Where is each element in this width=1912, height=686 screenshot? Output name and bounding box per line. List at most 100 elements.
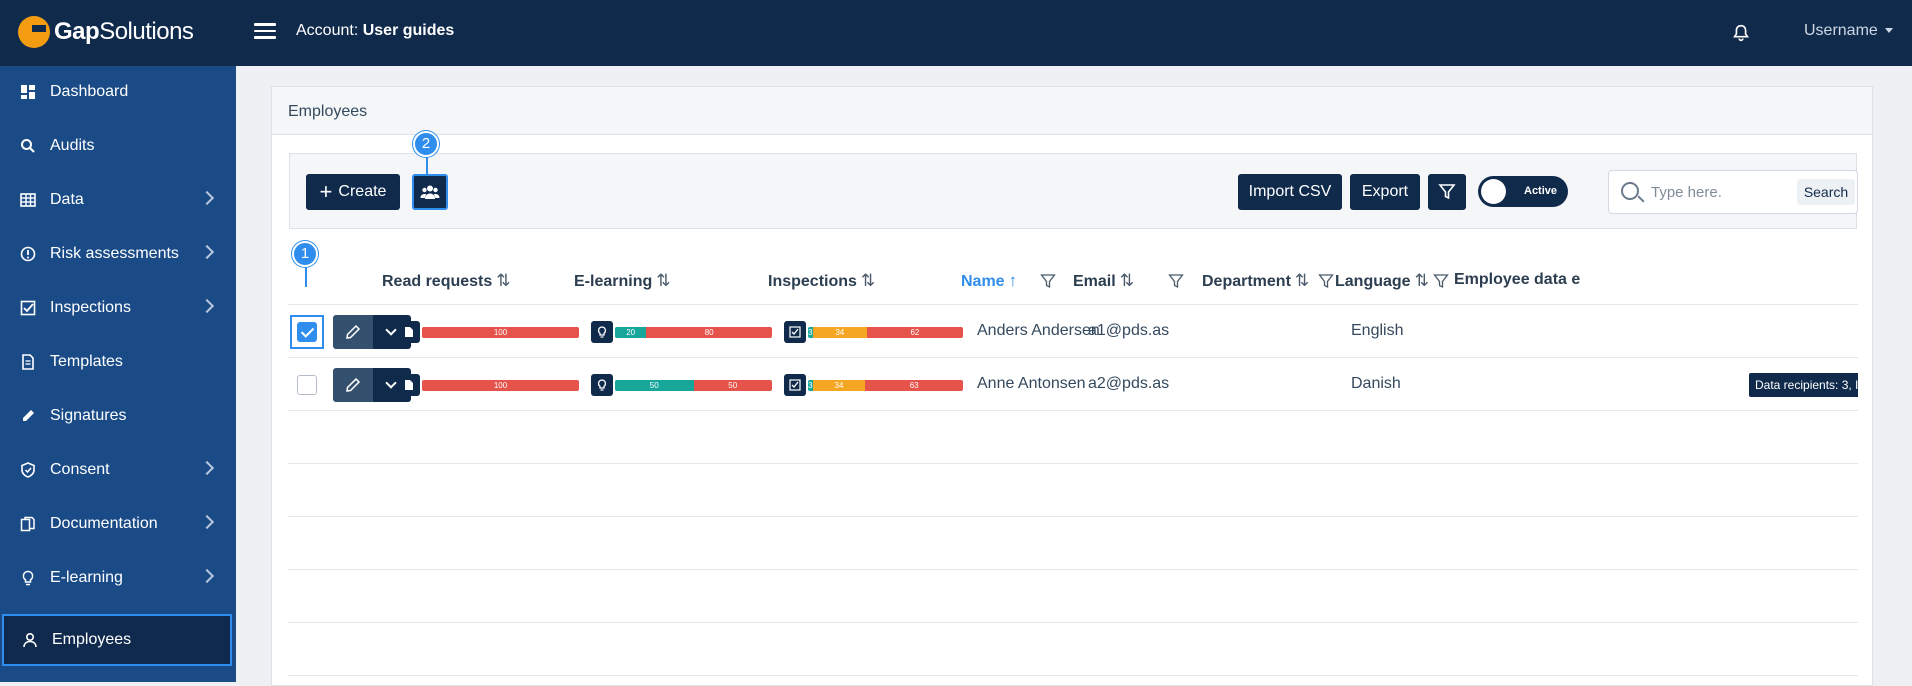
toggle-knob [1481,179,1506,204]
search-input[interactable] [1651,181,1781,203]
user-menu[interactable]: Username [1804,22,1893,40]
sidebar-item-e-learning[interactable]: E-learning [0,552,236,604]
sidebar-item-data[interactable]: Data [0,174,236,226]
sidebar-item-label: Dashboard [50,83,129,100]
sidebar-item-label: Signatures [50,407,127,424]
sidebar-item-templates[interactable]: Templates [0,336,236,388]
sidebar: Dashboard Audits Data Risk assessments I… [0,66,236,682]
column-header-language[interactable]: Language ⇅ [1335,271,1429,291]
filter-icon[interactable] [1168,273,1184,289]
employee-name: Anders Andersen [977,322,1100,339]
column-header-employee-data[interactable]: Employee data e [1454,271,1858,289]
inspections-bar: 3 34 63 [808,380,963,391]
bar-segment-teal: 20 [615,327,647,338]
search-icon [1621,182,1639,200]
column-header-inspections[interactable]: Inspections ⇅ [768,271,875,291]
sidebar-item-label: Data [50,191,84,208]
logo[interactable]: GapSolutions [18,16,194,48]
create-label: Create [338,183,387,200]
bar-segment-red: 63 [865,380,963,391]
sidebar-item-inspections[interactable]: Inspections [0,282,236,334]
callout-badge-1: 1 [292,241,318,267]
sidebar-item-employees[interactable]: Employees [2,614,232,666]
chevron-right-icon [199,298,215,314]
bar-segment-red: 100 [422,327,579,338]
bar-segment-red: 80 [646,327,772,338]
filter-icon[interactable] [1318,273,1334,289]
read-requests-bar: 100 [422,327,579,338]
column-header-email[interactable]: Email ⇅ [1073,271,1134,291]
sort-icon: ⇅ [496,271,511,290]
callout-badge-2: 2 [413,131,439,157]
sort-icon: ⇅ [1119,271,1134,290]
column-header-department[interactable]: Department ⇅ [1202,271,1309,291]
pencil-icon [346,324,361,339]
export-button[interactable]: Export [1350,174,1420,210]
edit-button[interactable] [333,315,373,349]
sidebar-item-risk-assessments[interactable]: Risk assessments [0,228,236,280]
sidebar-item-label: Audits [50,137,95,154]
bar-segment-orange: 34 [812,327,867,338]
sort-icon: ⇅ [656,271,671,290]
files-icon [20,516,35,532]
callout-connector [305,265,307,287]
filter-icon[interactable] [1433,273,1449,289]
edit-button[interactable] [333,368,373,402]
import-csv-button[interactable]: Import CSV [1238,174,1342,210]
sidebar-item-label: Risk assessments [50,245,179,262]
user-icon [23,632,37,648]
chevron-right-icon [199,514,215,530]
hamburger-menu-icon[interactable] [254,23,276,41]
sidebar-item-label: Consent [50,461,110,478]
lightbulb-icon [591,321,613,343]
column-header-name[interactable]: Name ↑ [961,271,1017,291]
filter-button[interactable] [1428,174,1466,210]
checkbox-icon [784,374,806,396]
search-button[interactable]: Search [1797,179,1855,205]
employee-email: a1@pds.as [1088,322,1170,339]
chevron-right-icon [199,460,215,476]
employees-panel: Employees + Create Import CSV Export Act… [271,86,1873,686]
empty-row [288,624,1858,676]
create-button[interactable]: + Create [306,174,400,210]
sidebar-item-consent[interactable]: Consent [0,444,236,496]
document-icon [398,321,420,343]
top-bar: GapSolutions Account: User guides Userna… [0,0,1912,66]
row-checkbox[interactable] [297,322,317,342]
filter-icon[interactable] [1040,273,1056,289]
employee-language: English [1351,322,1404,339]
filter-icon [1438,184,1456,200]
table-row[interactable]: 100 50 50 3 34 63 Anne Antonsen a2@pds.a… [288,359,1858,411]
bar-segment-red: 100 [422,380,579,391]
sidebar-item-signatures[interactable]: Signatures [0,390,236,442]
plus-icon: + [319,179,333,204]
group-users-button[interactable] [412,174,448,210]
pencil-icon [346,377,361,392]
row-checkbox[interactable] [297,375,317,395]
account-name: User guides [362,22,455,39]
sidebar-item-label: Inspections [50,299,131,316]
account-label: Account: [296,22,359,39]
sidebar-item-label: Employees [52,631,132,648]
sidebar-item-label: E-learning [50,569,123,586]
empty-row [288,465,1858,517]
account-selector[interactable]: Account: User guides [296,22,454,40]
logo-icon [18,16,50,48]
bar-segment-orange: 34 [812,380,866,391]
table-icon [20,193,36,207]
column-header-e-learning[interactable]: E-learning ⇅ [574,271,670,291]
sidebar-item-audits[interactable]: Audits [0,120,236,172]
table-row[interactable]: 100 20 80 3 34 62 Anders Andersen a1@pds… [288,306,1858,358]
employee-name: Anne Antonsen [977,375,1086,392]
column-header-read-requests[interactable]: Read requests ⇅ [382,271,511,291]
chevron-right-icon [199,244,215,260]
bell-icon[interactable] [1730,22,1752,44]
sort-ascending-icon: ↑ [1008,271,1018,290]
chevron-right-icon [199,568,215,584]
employee-data-badge[interactable]: Data recipients: 3, IT sy [1749,373,1858,397]
active-toggle[interactable]: Active [1478,176,1568,207]
sidebar-item-dashboard[interactable]: Dashboard [0,66,236,118]
document-icon [22,354,34,370]
employee-language: Danish [1351,375,1401,392]
sidebar-item-documentation[interactable]: Documentation [0,498,236,550]
